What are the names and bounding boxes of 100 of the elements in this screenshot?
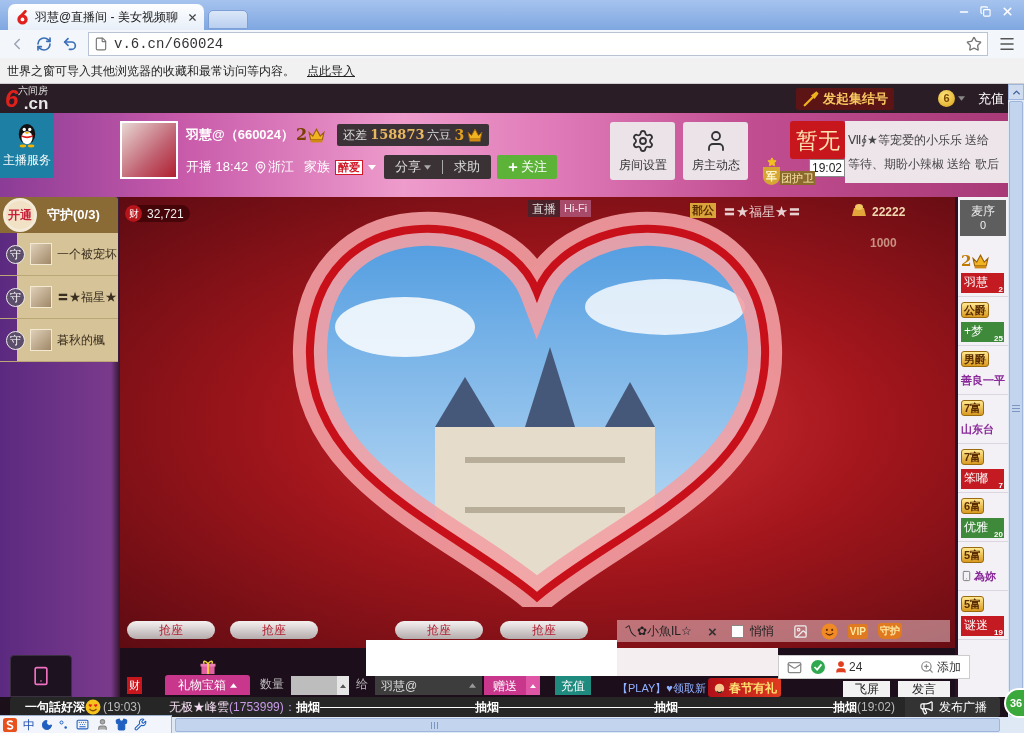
host-updates-button[interactable]: 房主动态	[683, 122, 748, 180]
member-name[interactable]: 暮秋的楓	[57, 331, 105, 349]
mic-queue-count: 0	[979, 218, 987, 232]
online-count[interactable]: 24	[849, 658, 863, 676]
grab-seat-button[interactable]: 抢座	[230, 621, 318, 639]
gap-value: 158873	[370, 126, 425, 145]
wealth-value: 32,721	[147, 205, 184, 223]
wealth-badge: 5富	[961, 596, 985, 612]
refresh-icon[interactable]	[36, 36, 52, 52]
member-name[interactable]: 〓★福星★	[57, 288, 117, 306]
send-gift-button[interactable]: 赠送	[484, 676, 540, 695]
user-tag[interactable]: 谜迷 19	[961, 616, 1004, 636]
scrollbar-thumb[interactable]	[175, 718, 1000, 732]
person-icon	[834, 660, 848, 674]
person-icon[interactable]	[96, 718, 109, 731]
mail-icon[interactable]	[787, 659, 802, 675]
guard-mark: 守	[6, 330, 25, 350]
wealth-badge: 6富	[961, 498, 985, 514]
send-message-button[interactable]: 发言	[898, 681, 950, 697]
settings-icon	[630, 128, 655, 153]
user-name[interactable]: 善良一平	[961, 371, 1008, 389]
clear-target-button[interactable]: ×	[708, 623, 717, 639]
open-guard-button[interactable]: 开通	[3, 198, 37, 232]
broadcast-word: 抽烟	[653, 700, 678, 714]
quantity-label: 数量	[260, 676, 284, 693]
guard-mark: 守	[6, 287, 25, 307]
broadcast-user[interactable]: 无极★峰雲	[169, 700, 230, 714]
host-location: 浙江	[268, 158, 295, 177]
ime-logo-icon[interactable]	[3, 717, 17, 732]
url-field[interactable]: v.6.cn/660024	[88, 32, 988, 56]
add-button[interactable]: 添加	[937, 658, 961, 676]
close-tab-icon[interactable]	[187, 11, 198, 23]
stepper-button[interactable]	[337, 676, 349, 695]
check-circle-icon[interactable]	[811, 660, 825, 674]
guard-mark: 守	[6, 244, 25, 264]
bookmark-star-icon[interactable]	[966, 36, 982, 52]
restore-icon[interactable]	[980, 6, 991, 17]
room-settings-button[interactable]: 房间设置	[610, 122, 675, 180]
moon-icon[interactable]	[41, 718, 53, 731]
crown-icon	[972, 253, 990, 269]
dropdown-button[interactable]: 分享	[384, 155, 443, 179]
smiley-icon[interactable]	[820, 622, 838, 640]
quantity-field[interactable]	[291, 676, 349, 695]
caret-icon	[340, 683, 346, 688]
grab-seat-button[interactable]: 抢座	[127, 621, 215, 639]
rank-title-badge: 郡公	[690, 203, 716, 218]
promo-link[interactable]: 【PLAY】♥领取新	[617, 679, 706, 696]
family-badge[interactable]: 醉爱	[335, 159, 364, 175]
wrench-icon[interactable]	[134, 718, 147, 731]
live-label: 直播	[531, 200, 557, 218]
browser-tab[interactable]: 羽慧@直播间 - 美女视频聊	[8, 4, 204, 30]
punctuation-icon[interactable]	[59, 719, 69, 730]
menu-icon[interactable]	[998, 35, 1016, 53]
close-icon[interactable]	[1001, 5, 1014, 18]
recharge-button[interactable]: 充值	[555, 676, 591, 695]
new-tab-button[interactable]	[208, 10, 248, 29]
recipient-select[interactable]: 羽慧@	[375, 676, 482, 695]
broadcast-user[interactable]: 一句話好深	[25, 700, 85, 714]
user-name[interactable]: 山东台	[961, 420, 1008, 438]
recharge-link[interactable]: 充值	[978, 88, 1004, 109]
user-tag[interactable]: +梦 25	[961, 322, 1004, 342]
ime-mode[interactable]: 中	[23, 718, 35, 731]
fly-screen-button[interactable]: 飞屏	[843, 681, 890, 697]
festival-gift-banner[interactable]: 春节有礼	[707, 678, 781, 697]
user-level-number: 20	[994, 531, 1003, 539]
whisper-label: 悄悄	[749, 623, 774, 640]
user-tag[interactable]: 优雅 20	[961, 518, 1004, 538]
user-tag[interactable]: 羽慧 2	[961, 273, 1004, 293]
broadcast-user-id: (1753999)：	[229, 700, 296, 714]
site-logo-icon	[15, 9, 30, 25]
page-icon	[94, 37, 108, 51]
user-name[interactable]: 為妳	[974, 567, 996, 585]
grab-seat-button[interactable]: 抢座	[500, 621, 588, 639]
member-name[interactable]: 一个被宠坏	[57, 245, 117, 263]
broadcast-word: 抽烟	[295, 700, 320, 714]
message-input[interactable]	[617, 648, 778, 676]
scroll-up-button[interactable]	[1008, 84, 1024, 100]
shirt-icon[interactable]	[115, 718, 128, 731]
rally-button[interactable]: 发起集结号	[796, 87, 894, 110]
logo-mark: 6	[5, 86, 19, 111]
chat-target-name[interactable]: 乀✿小魚IL☆	[625, 622, 692, 640]
undo-icon[interactable]	[62, 36, 78, 52]
text-button[interactable]: 求助	[443, 155, 492, 179]
anchor-service-button[interactable]: 主播服务	[0, 113, 54, 178]
phone-icon	[961, 569, 972, 583]
caret-icon	[368, 164, 377, 170]
caret-icon	[230, 682, 237, 688]
avatar-thumbnail	[30, 243, 52, 265]
image-icon[interactable]	[791, 623, 809, 639]
location-pin-icon	[254, 160, 268, 174]
coin-badge[interactable]: 6	[938, 90, 955, 107]
user-tag[interactable]: 笨嘟 7	[961, 469, 1004, 489]
mobile-live-button[interactable]	[10, 655, 72, 697]
import-link[interactable]: 点此导入	[307, 61, 355, 80]
gift-box-button[interactable]: 礼物宝箱	[165, 675, 250, 695]
keyboard-icon[interactable]	[75, 718, 90, 731]
grab-seat-button[interactable]: 抢座	[395, 621, 483, 639]
caret-icon	[958, 96, 965, 101]
whisper-checkbox[interactable]	[730, 624, 744, 638]
publish-broadcast-button[interactable]: 发布广播	[905, 697, 1000, 717]
